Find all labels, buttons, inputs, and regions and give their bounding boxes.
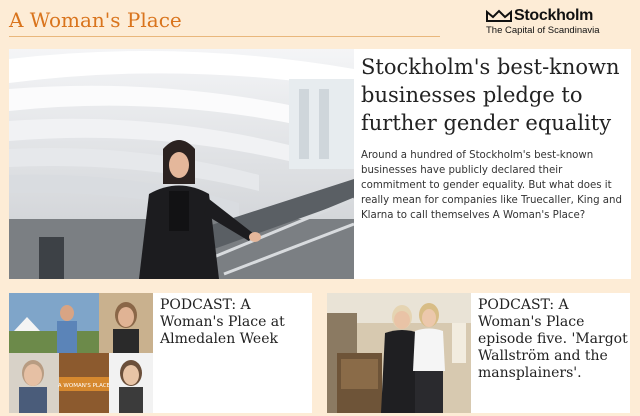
featured-headline[interactable]: Stockholm's best-known businesses pledge… [361, 53, 629, 137]
stockholm-brand-logo[interactable]: Stockholm The Capital of Scandinavia [486, 7, 611, 36]
featured-article-image[interactable] [9, 49, 354, 279]
podcast-card-episode-five[interactable]: PODCAST: A Woman's Place episode five. '… [327, 293, 630, 413]
podcast-episode-image[interactable] [327, 293, 471, 413]
podcast-card-almedalen[interactable]: A WOMAN'S PLACE PODCAST: A Woman's Place… [9, 293, 312, 413]
brand-name: Stockholm [514, 7, 594, 24]
featured-article-card[interactable]: Stockholm's best-known businesses pledge… [9, 49, 631, 279]
podcast-title-almedalen[interactable]: PODCAST: A Woman's Place at Almedalen We… [160, 297, 310, 348]
podcast-title-episode-five[interactable]: PODCAST: A Woman's Place episode five. '… [478, 297, 628, 382]
crown-icon [486, 9, 512, 22]
podcast-collage-image[interactable]: A WOMAN'S PLACE [9, 293, 153, 413]
featured-summary: Around a hundred of Stockholm's best-kno… [361, 150, 622, 221]
podcast-image-label: A WOMAN'S PLACE [58, 383, 111, 389]
brand-tagline: The Capital of Scandinavia [486, 25, 600, 36]
site-title[interactable]: A Woman's Place [9, 8, 182, 32]
title-divider [9, 36, 440, 37]
